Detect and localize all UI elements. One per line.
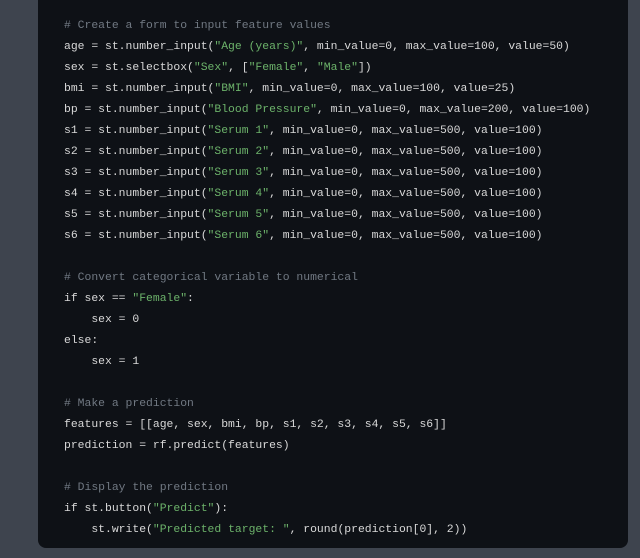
line-s4: s4 = st.number_input("Serum 4", min_valu… (64, 188, 543, 200)
line-sex0: sex = 0 (64, 314, 139, 326)
line-else: else: (64, 335, 98, 347)
line-age: age = st.number_input("Age (years)", min… (64, 41, 570, 53)
line-sex: sex = st.selectbox("Sex", ["Female", "Ma… (64, 62, 372, 74)
line-prediction: prediction = rf.predict(features) (64, 440, 290, 452)
line-s5: s5 = st.number_input("Serum 5", min_valu… (64, 209, 543, 221)
line-features: features = [[age, sex, bmi, bp, s1, s2, … (64, 419, 447, 431)
comment-display: # Display the prediction (64, 482, 228, 494)
line-bp: bp = st.number_input("Blood Pressure", m… (64, 104, 590, 116)
line-button: if st.button("Predict"): (64, 503, 228, 515)
code-block: # Create a form to input feature values … (38, 0, 628, 548)
line-write: st.write("Predicted target: ", round(pre… (64, 524, 467, 536)
line-if: if sex == "Female": (64, 293, 194, 305)
comment-form: # Create a form to input feature values (64, 20, 331, 32)
line-bmi: bmi = st.number_input("BMI", min_value=0… (64, 83, 515, 95)
comment-predict: # Make a prediction (64, 398, 194, 410)
line-s2: s2 = st.number_input("Serum 2", min_valu… (64, 146, 543, 158)
line-s6: s6 = st.number_input("Serum 6", min_valu… (64, 230, 543, 242)
code-content: # Create a form to input feature values … (64, 16, 628, 541)
line-sex1: sex = 1 (64, 356, 139, 368)
line-s1: s1 = st.number_input("Serum 1", min_valu… (64, 125, 543, 137)
line-s3: s3 = st.number_input("Serum 3", min_valu… (64, 167, 543, 179)
comment-convert: # Convert categorical variable to numeri… (64, 272, 358, 284)
